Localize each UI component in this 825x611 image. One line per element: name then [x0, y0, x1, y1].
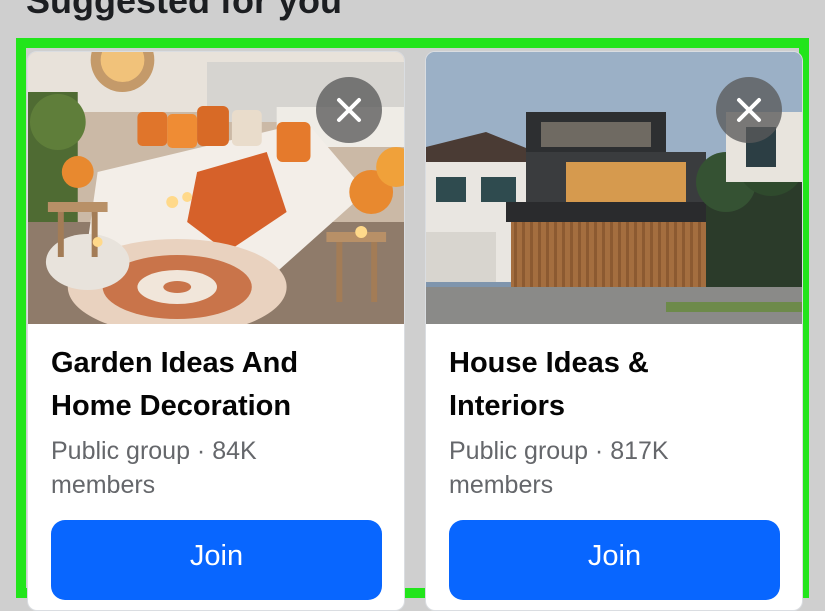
group-meta-line: members	[449, 471, 554, 499]
dismiss-button[interactable]	[316, 77, 382, 143]
group-meta-line: members	[51, 471, 156, 499]
group-title[interactable]: Garden Ideas And Home Decoration	[51, 342, 371, 428]
section-title: Suggested for you	[26, 0, 343, 21]
group-title[interactable]: House Ideas & Interiors	[449, 342, 769, 428]
dismiss-button[interactable]	[716, 77, 782, 143]
group-meta: Public group · 817K members	[449, 434, 769, 502]
close-icon	[337, 98, 361, 122]
group-card[interactable]: House Ideas & Interiors Public group · 8…	[425, 51, 803, 611]
group-title-line: House Ideas &	[449, 347, 649, 379]
group-title-line: Garden Ideas And	[51, 347, 299, 379]
join-button[interactable]: Join	[449, 520, 780, 600]
close-icon	[737, 98, 761, 122]
group-card[interactable]: Garden Ideas And Home Decoration Public …	[27, 51, 405, 611]
join-button[interactable]: Join	[51, 520, 382, 600]
group-title-line: Home Decoration	[51, 390, 292, 422]
group-meta-line: Public group · 84K	[51, 437, 257, 465]
group-meta-line: Public group · 817K	[449, 437, 669, 465]
group-meta: Public group · 84K members	[51, 434, 371, 502]
group-title-line: Interiors	[449, 390, 566, 422]
